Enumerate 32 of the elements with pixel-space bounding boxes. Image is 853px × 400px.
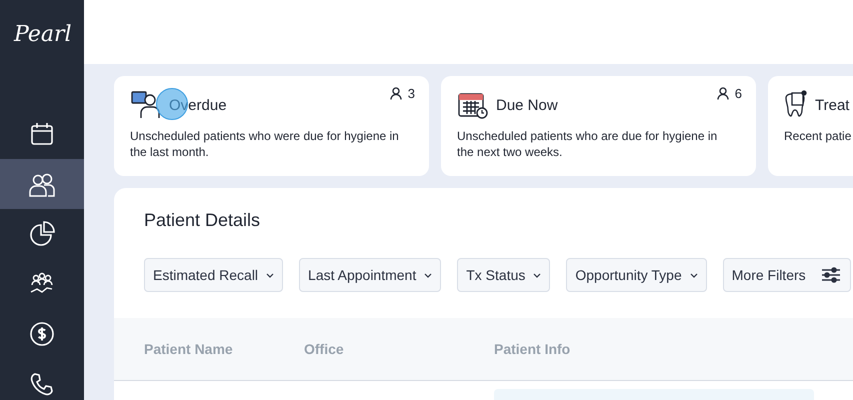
card-description: Unscheduled patients who were due for hygiene in the last month. [130,128,400,160]
sliders-icon [822,267,840,283]
filter-button[interactable]: More Filters [722,258,851,292]
doctor-icon [130,90,162,120]
caret-icon [533,272,542,278]
filter-button[interactable]: Opportunity Type [566,258,707,292]
dollar-icon [29,321,55,347]
filter-button[interactable]: Tx Status [457,258,550,292]
section-title: Patient Details [144,210,262,232]
column-header: Patient Name [144,341,234,357]
summary-card[interactable]: Due Now 6 Unscheduled patients who are due for hygiene in the next two weeks. [441,76,756,176]
caret-icon [424,272,432,278]
person-icon [390,87,402,100]
nav-item[interactable] [0,159,84,209]
caret-icon [690,272,698,278]
patient-count: 3 [408,86,415,101]
card-description: Unscheduled patients who are due for hygiene in the next two weeks. [457,128,718,160]
phone-icon [30,372,54,396]
column-header: Office [304,341,345,357]
card-description: Recent patie [784,128,852,144]
column-header: Patient Info [494,341,572,357]
person-icon [716,87,729,100]
logo: Pearl [14,22,72,47]
calendar-icon [29,121,55,147]
filter-button[interactable]: Estimated Recall [144,258,284,292]
summary-card[interactable]: Treat Recent patie [768,76,853,176]
filter-button[interactable]: Last Appointment [299,258,442,292]
patient-count: 6 [734,86,742,101]
caret-icon [266,272,274,278]
card-title: Treat [815,96,850,114]
card-title: Due Now [496,96,558,114]
pie-chart-icon [29,221,55,247]
